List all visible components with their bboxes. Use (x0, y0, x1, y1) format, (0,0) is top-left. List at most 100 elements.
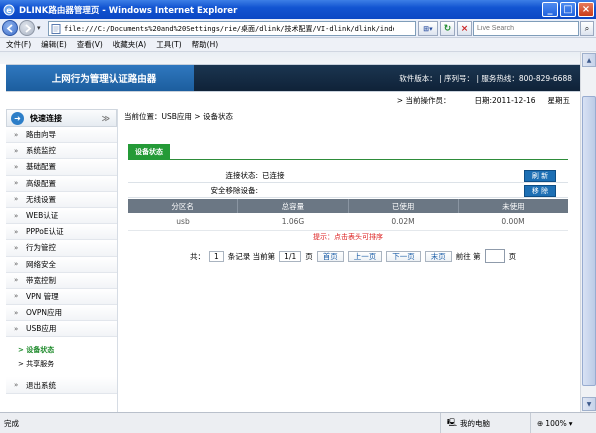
cell-used: 0.02M (391, 217, 415, 226)
pager-total-prefix: 共： (190, 251, 205, 261)
product-title: 上网行为管理认证路由器 (6, 65, 202, 91)
cell-free: 0.00M (501, 217, 525, 226)
first-page-button[interactable]: 首页 (316, 250, 344, 262)
menu-tools[interactable]: 工具(T) (156, 39, 181, 50)
remove-row: 安全移除设备: 移 除 (128, 183, 568, 198)
sidebar-item-label: 基础配置 (26, 162, 56, 172)
compatibility-view-button[interactable]: ⊞▾ (418, 21, 438, 36)
arrow-icon: » (14, 324, 19, 333)
sidebar-item-pppoe-auth[interactable]: » PPPoE认证 (6, 224, 117, 241)
minimize-button[interactable]: _ (542, 2, 558, 17)
header-used[interactable]: 已使用 (349, 199, 459, 213)
sidebar-item-label: 路由向导 (26, 130, 56, 140)
scroll-up-icon[interactable]: ▲ (582, 53, 596, 67)
last-page-button[interactable]: 末页 (424, 250, 452, 262)
sort-tip: 提示：点击表头可排序 (313, 233, 383, 241)
scroll-thumb[interactable] (582, 96, 596, 386)
forward-arrow-icon (25, 24, 32, 33)
remove-label: 安全移除设备: (210, 185, 258, 195)
sidebar-item-label: 行为管控 (26, 243, 56, 253)
arrow-icon: » (14, 243, 19, 252)
arrow-icon: » (14, 211, 19, 220)
menu-file[interactable]: 文件(F) (6, 39, 31, 50)
stop-icon[interactable]: × (457, 21, 472, 36)
back-button[interactable] (2, 20, 18, 36)
pager-current: 1/1 (279, 250, 302, 262)
sidebar-subitem-device-status[interactable]: > 设备状态 (6, 343, 117, 357)
operator-bar: > 当前操作员： 日期:2011-12-16 星期五 (6, 94, 580, 106)
search-icon[interactable]: ⌕ (580, 21, 594, 36)
vertical-scrollbar[interactable]: ▲ ▼ (580, 52, 596, 412)
close-button[interactable]: × (578, 2, 594, 17)
header-total[interactable]: 总容量 (238, 199, 349, 213)
page-content: 上网行为管理认证路由器 软件版本： | 序列号： | 服务热线：800-829-… (0, 52, 580, 412)
page-icon (51, 23, 61, 34)
sidebar-item-label: USB应用 (26, 324, 57, 334)
connection-value: 已连接 (262, 170, 285, 180)
sidebar-item-label: VPN 管理 (26, 291, 59, 301)
sidebar-item-ovpn[interactable]: » OVPN应用 (6, 305, 117, 322)
sidebar-item-label: 系统监控 (26, 146, 56, 156)
prev-page-button[interactable]: 上一页 (347, 250, 383, 262)
banner-strip (0, 52, 580, 64)
search-box[interactable] (473, 21, 579, 36)
back-arrow-icon (6, 24, 13, 33)
refresh-icon[interactable]: ↻ (440, 21, 455, 36)
scroll-down-icon[interactable]: ▼ (582, 397, 596, 411)
menu-view[interactable]: 查看(V) (77, 39, 103, 50)
zoom-control[interactable]: ⊕ 100% ▾ (530, 413, 573, 433)
goto-suffix: 页 (508, 251, 517, 261)
pagination: 共： 1 条记录 当前第 1/1 页 首页 上一页 下一页 末页 前往 第 页 (190, 249, 516, 263)
sidebar-item-logout[interactable]: » 退出系统 (6, 377, 117, 394)
sidebar-item-router-wizard[interactable]: » 路由向导 (6, 127, 117, 144)
date-text: 日期:2011-12-16 (474, 95, 536, 105)
sidebar-item-system-monitor[interactable]: » 系统监控 (6, 143, 117, 160)
address-input[interactable] (64, 24, 394, 33)
quick-connect-header[interactable]: ➜ 快速连接 ≫ (6, 109, 117, 127)
weekday-text: 星期五 (547, 95, 571, 105)
header-free[interactable]: 未使用 (459, 199, 568, 213)
sidebar-item-usb[interactable]: » USB应用 (6, 321, 117, 338)
history-dropdown-icon[interactable]: ▾ (37, 24, 41, 32)
header-partition[interactable]: 分区名 (128, 199, 239, 213)
arrow-icon: » (14, 162, 19, 171)
search-input[interactable] (474, 22, 578, 35)
sidebar-item-label: OVPN应用 (26, 308, 63, 318)
goto-page-input[interactable] (484, 249, 505, 263)
sidebar-item-network-security[interactable]: » 网络安全 (6, 256, 117, 273)
goto-prefix: 前往 第 (455, 251, 481, 261)
table-row: usb 1.06G 0.02M 0.00M (128, 213, 568, 231)
sidebar-item-label: 无线设置 (26, 194, 56, 204)
computer-icon: 🖳 (447, 417, 458, 427)
refresh-button[interactable]: 刷 新 (524, 170, 556, 182)
sidebar-item-vpn[interactable]: » VPN 管理 (6, 288, 117, 306)
menu-edit[interactable]: 编辑(E) (41, 39, 67, 50)
sidebar-item-behavior-control[interactable]: » 行为管控 (6, 240, 117, 257)
menu-help[interactable]: 帮助(H) (192, 39, 219, 50)
maximize-button[interactable]: □ (560, 2, 576, 17)
zoom-dropdown-icon[interactable]: ▾ (569, 419, 573, 428)
sidebar-item-advanced-config[interactable]: » 高级配置 (6, 175, 117, 192)
address-bar[interactable] (48, 21, 416, 36)
sidebar-item-bandwidth[interactable]: » 带宽控制 (6, 272, 117, 289)
remove-button[interactable]: 移 除 (524, 185, 556, 197)
forward-button[interactable] (19, 20, 35, 36)
sidebar-subitem-share-service[interactable]: > 共享服务 (6, 357, 117, 371)
collapse-chevron-icon[interactable]: ≫ (102, 114, 110, 123)
cell-total: 1.06G (281, 217, 305, 226)
arrow-icon: » (14, 308, 19, 317)
sidebar-item-wireless[interactable]: » 无线设置 (6, 191, 117, 208)
sidebar-item-web-auth[interactable]: » WEB认证 (6, 207, 117, 225)
device-info-box: 连接状态: 已连接 刷 新 安全移除设备: 移 除 (128, 168, 568, 198)
ie-icon: e (3, 4, 15, 16)
arrow-icon: » (14, 179, 19, 188)
quick-connect-icon: ➜ (11, 111, 24, 125)
menu-favorites[interactable]: 收藏夹(A) (113, 39, 146, 50)
sidebar-item-label: 带宽控制 (26, 275, 56, 285)
sidebar-item-label: 退出系统 (26, 380, 56, 390)
next-page-button[interactable]: 下一页 (386, 250, 421, 262)
tab-device-status[interactable]: 设备状态 (128, 144, 170, 160)
cell-partition: usb (176, 217, 190, 226)
sidebar-item-label: 网络安全 (26, 259, 56, 269)
sidebar-item-basic-config[interactable]: » 基础配置 (6, 159, 117, 176)
